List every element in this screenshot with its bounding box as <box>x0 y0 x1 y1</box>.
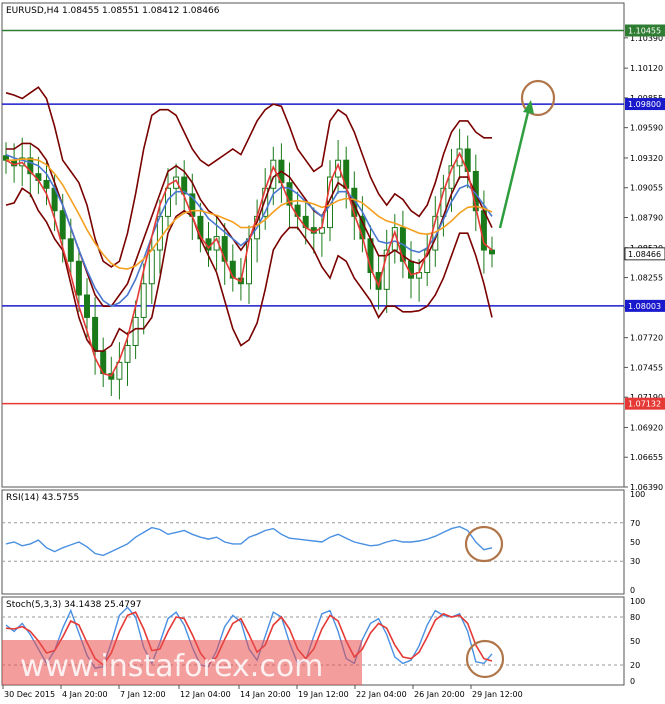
price-tick-label: 1.06655 <box>630 453 663 462</box>
stoch-tick-label: 50 <box>630 637 640 646</box>
stoch-tick-label: 20 <box>630 661 640 670</box>
candle-bear <box>67 238 74 262</box>
price-tick-label: 1.08255 <box>630 274 663 283</box>
stoch-tick-label: 0 <box>630 677 635 686</box>
price-tick-label: 1.10120 <box>630 64 663 73</box>
rsi-tick-label: 100 <box>630 490 645 499</box>
watermark: www.instaforex.com <box>20 649 323 684</box>
candle-bull <box>246 238 252 285</box>
time-tick-label: 19 Jan 12:00 <box>298 690 349 699</box>
rsi-tick-label: 30 <box>630 557 640 566</box>
price-tick-label: 1.09055 <box>630 184 663 193</box>
level-tag-label: 1.08003 <box>628 302 661 311</box>
current-price-label: 1.08466 <box>628 250 661 259</box>
level-tag-label: 1.10455 <box>628 27 661 36</box>
candle-bull <box>148 249 155 285</box>
time-tick-label: 12 Jan 04:00 <box>180 690 231 699</box>
level-tag-label: 1.07132 <box>628 400 661 409</box>
stoch-label: Stoch(5,3,3) 34.1438 25.4797 <box>6 600 141 610</box>
price-tick-label: 1.08790 <box>630 213 663 222</box>
candle-bear <box>84 294 90 318</box>
stoch-tick-label: 80 <box>630 613 640 622</box>
rsi-label: RSI(14) 43.5755 <box>6 493 79 503</box>
time-tick-label: 30 Dec 2015 <box>4 690 55 699</box>
time-tick-label: 22 Jan 04:00 <box>356 690 407 699</box>
candle-bear <box>75 260 82 296</box>
rsi-tick-label: 0 <box>630 586 635 595</box>
candle-bear <box>43 179 50 189</box>
price-tick-label: 1.09590 <box>630 124 663 133</box>
price-tick-label: 1.07455 <box>630 363 663 372</box>
candle-bull <box>140 283 147 318</box>
time-axis: 30 Dec 2015 4 Jan 20:00 7 Jan 12:00 12 Jan … <box>2 685 523 699</box>
stoch-tick-label: 100 <box>630 597 645 606</box>
time-tick-label: 26 Jan 20:00 <box>414 690 465 699</box>
rsi-tick-label: 50 <box>630 538 640 547</box>
level-tag-label: 1.09800 <box>628 100 661 109</box>
main-panel <box>1 2 625 488</box>
time-tick-label: 7 Jan 12:00 <box>120 690 166 699</box>
rsi-tick-label: 70 <box>630 519 640 528</box>
candle-bear <box>59 210 66 240</box>
time-tick-label: 4 Jan 20:00 <box>62 690 108 699</box>
candle-bull <box>124 345 131 363</box>
chart-title: EURUSD,H4 1.08455 1.08551 1.08412 1.0846… <box>6 6 220 16</box>
candle-bull <box>132 316 139 347</box>
price-tick-label: 1.06920 <box>630 423 663 432</box>
time-tick-label: 29 Jan 12:00 <box>472 690 523 699</box>
price-tick-label: 1.09320 <box>630 154 663 163</box>
candle-bear <box>92 316 99 352</box>
rsi-panel <box>1 489 625 595</box>
candle-bear <box>489 249 495 255</box>
trading-chart: EURUSD,H4 1.08455 1.08551 1.08412 1.0846… <box>1 2 665 699</box>
time-tick-label: 14 Jan 20:00 <box>240 690 291 699</box>
price-tick-label: 1.07720 <box>630 334 663 343</box>
